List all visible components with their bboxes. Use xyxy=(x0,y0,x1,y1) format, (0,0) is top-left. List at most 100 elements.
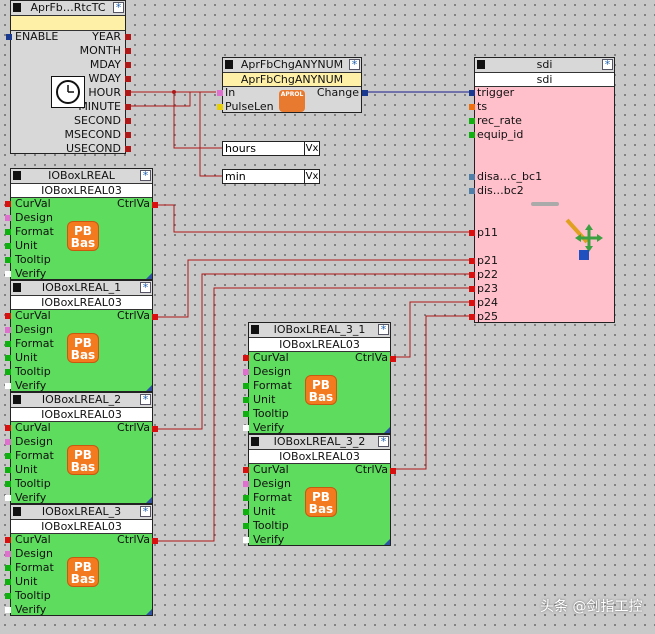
io-block-5[interactable]: IOBoxLREAL_3_2 * IOBoxLREAL03 CurVal Design F… xyxy=(243,434,396,546)
rtc-output-pin-usecond[interactable] xyxy=(125,146,131,152)
io-input-pin-curval[interactable] xyxy=(5,425,11,431)
rtc-output-pin-msecond[interactable] xyxy=(125,132,131,138)
io-input-pin-design[interactable] xyxy=(5,551,11,557)
io-input-pin-tooltip[interactable] xyxy=(5,593,11,599)
rtc-output-pin-hour[interactable] xyxy=(125,90,131,96)
io-input-pin-verify[interactable] xyxy=(5,607,11,613)
edit-move-icon[interactable] xyxy=(563,216,605,262)
block-menu-icon[interactable] xyxy=(477,60,485,69)
io-input-pin-format[interactable] xyxy=(5,453,11,459)
sdi-port-pin-p11[interactable] xyxy=(469,230,475,236)
star-button[interactable]: * xyxy=(140,394,151,405)
io-output-pin[interactable] xyxy=(152,314,158,320)
block-menu-icon[interactable] xyxy=(13,171,21,180)
star-button[interactable]: * xyxy=(140,506,151,517)
sdi-disable-pin-1[interactable] xyxy=(469,188,475,194)
block-titlebar[interactable]: IOBoxLREAL_1 * xyxy=(11,281,152,296)
io-input-pin-verify[interactable] xyxy=(5,383,11,389)
star-button[interactable]: * xyxy=(378,324,389,335)
sdi-port-pin-p22[interactable] xyxy=(469,272,475,278)
io-input-pin-verify[interactable] xyxy=(243,425,249,431)
star-button[interactable]: * xyxy=(602,59,613,70)
field-hours[interactable]: hours Vx xyxy=(222,141,320,156)
sdi-input-pin-equip_id[interactable] xyxy=(469,132,475,138)
io-output-pin[interactable] xyxy=(152,426,158,432)
io-input-pin-unit[interactable] xyxy=(243,509,249,515)
block-titlebar[interactable]: AprFbChgANYNUM * xyxy=(223,58,361,73)
block-menu-icon[interactable] xyxy=(251,437,259,446)
block-menu-icon[interactable] xyxy=(13,3,21,12)
sdi-port-pin-p23[interactable] xyxy=(469,286,475,292)
rtc-output-pin-year[interactable] xyxy=(125,34,131,40)
resize-corner[interactable] xyxy=(146,497,152,503)
rtc-output-pin-mday[interactable] xyxy=(125,62,131,68)
sdi-input-pin-trigger[interactable] xyxy=(469,90,475,96)
io-input-pin-unit[interactable] xyxy=(5,243,11,249)
star-button[interactable]: * xyxy=(113,2,124,13)
io-input-pin-curval[interactable] xyxy=(5,313,11,319)
sdi-slider-handle[interactable] xyxy=(531,202,559,206)
resize-corner[interactable] xyxy=(146,609,152,615)
sdi-disable-pin-0[interactable] xyxy=(469,174,475,180)
star-button[interactable]: * xyxy=(378,436,389,447)
rtc-output-pin-month[interactable] xyxy=(125,48,131,54)
block-menu-icon[interactable] xyxy=(13,507,21,516)
io-block-0[interactable]: IOBoxLREAL * IOBoxLREAL03 CurVal Design Forma… xyxy=(5,168,158,280)
enable-pin[interactable] xyxy=(6,34,12,40)
io-input-pin-design[interactable] xyxy=(5,327,11,333)
io-input-pin-verify[interactable] xyxy=(5,271,11,277)
io-input-pin-unit[interactable] xyxy=(243,397,249,403)
resize-corner[interactable] xyxy=(384,539,390,545)
io-block-3[interactable]: IOBoxLREAL_3 * IOBoxLREAL03 CurVal Design For… xyxy=(5,504,158,616)
io-output-pin[interactable] xyxy=(390,356,396,362)
block-titlebar[interactable]: sdi * xyxy=(475,58,614,73)
io-input-pin-verify[interactable] xyxy=(243,537,249,543)
io-input-pin-curval[interactable] xyxy=(5,537,11,543)
block-menu-icon[interactable] xyxy=(13,395,21,404)
in-pin[interactable] xyxy=(217,90,223,96)
io-input-pin-design[interactable] xyxy=(5,439,11,445)
io-block-1[interactable]: IOBoxLREAL_1 * IOBoxLREAL03 CurVal Design For… xyxy=(5,280,158,392)
io-input-pin-verify[interactable] xyxy=(5,495,11,501)
io-input-pin-unit[interactable] xyxy=(5,467,11,473)
sdi-port-pin-p24[interactable] xyxy=(469,300,475,306)
pulselen-pin[interactable] xyxy=(217,104,223,110)
io-input-pin-tooltip[interactable] xyxy=(243,411,249,417)
io-input-pin-unit[interactable] xyxy=(5,355,11,361)
resize-corner[interactable] xyxy=(146,385,152,391)
io-output-pin[interactable] xyxy=(152,202,158,208)
sdi-input-pin-rec_rate[interactable] xyxy=(469,118,475,124)
io-input-pin-format[interactable] xyxy=(243,495,249,501)
change-pin[interactable] xyxy=(362,90,368,96)
rtc-output-pin-minute[interactable] xyxy=(125,104,131,110)
block-titlebar[interactable]: IOBoxLREAL * xyxy=(11,169,152,184)
rtc-output-pin-wday[interactable] xyxy=(125,76,131,82)
sdi-block[interactable]: sdi * sdi trigger ts rec_rate equip_id disa…c_b… xyxy=(469,57,615,323)
rtc-block[interactable]: AprFb…RtcTC * ENABLE YEAR MONTH MDAY WDAY HOUR M… xyxy=(6,0,131,155)
change-detect-block[interactable]: AprFbChgANYNUM * AprFbChgANYNUM In PulseLen C… xyxy=(217,57,368,113)
block-menu-icon[interactable] xyxy=(225,60,233,69)
sdi-port-pin-p21[interactable] xyxy=(469,258,475,264)
block-menu-icon[interactable] xyxy=(251,325,259,334)
sdi-input-pin-ts[interactable] xyxy=(469,104,475,110)
io-input-pin-tooltip[interactable] xyxy=(5,369,11,375)
io-input-pin-format[interactable] xyxy=(5,565,11,571)
io-block-4[interactable]: IOBoxLREAL_3_1 * IOBoxLREAL03 CurVal Design F… xyxy=(243,322,396,434)
sdi-port-pin-p25[interactable] xyxy=(469,314,475,320)
block-titlebar[interactable]: AprFb…RtcTC * xyxy=(11,1,125,16)
io-input-pin-unit[interactable] xyxy=(5,579,11,585)
io-input-pin-curval[interactable] xyxy=(5,201,11,207)
resize-corner[interactable] xyxy=(384,427,390,433)
io-output-pin[interactable] xyxy=(390,468,396,474)
io-block-2[interactable]: IOBoxLREAL_2 * IOBoxLREAL03 CurVal Design For… xyxy=(5,392,158,504)
star-button[interactable]: * xyxy=(349,59,360,70)
block-titlebar[interactable]: IOBoxLREAL_2 * xyxy=(11,393,152,408)
io-input-pin-format[interactable] xyxy=(243,383,249,389)
resize-corner[interactable] xyxy=(146,273,152,279)
field-min[interactable]: min Vx xyxy=(222,169,320,184)
block-menu-icon[interactable] xyxy=(13,283,21,292)
io-input-pin-design[interactable] xyxy=(243,369,249,375)
block-titlebar[interactable]: IOBoxLREAL_3_1 * xyxy=(249,323,390,338)
star-button[interactable]: * xyxy=(140,282,151,293)
io-input-pin-tooltip[interactable] xyxy=(5,257,11,263)
